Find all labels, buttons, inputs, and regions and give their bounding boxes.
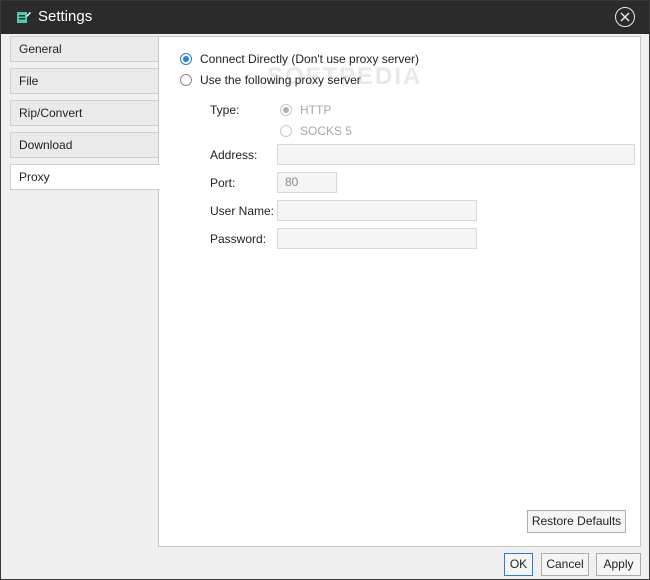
type-http-label: HTTP	[300, 103, 332, 117]
username-label: User Name:	[210, 204, 275, 218]
use-proxy-radio[interactable]: Use the following proxy server	[180, 72, 361, 88]
ok-button[interactable]: OK	[504, 553, 533, 576]
close-icon	[620, 12, 630, 22]
close-button[interactable]	[615, 7, 635, 27]
type-label: Type:	[210, 103, 240, 117]
password-input[interactable]	[277, 228, 477, 249]
username-input[interactable]	[277, 200, 477, 221]
type-http-radio[interactable]: HTTP	[280, 102, 331, 118]
address-input[interactable]	[277, 144, 635, 165]
radio-indicator	[280, 104, 292, 116]
proxy-settings-panel: SOFTPEDIA Connect Directly (Don't use pr…	[158, 36, 641, 547]
title-bar[interactable]: Settings	[1, 1, 649, 34]
use-proxy-label: Use the following proxy server	[200, 73, 361, 87]
apply-button[interactable]: Apply	[596, 553, 641, 576]
type-socks5-radio[interactable]: SOCKS 5	[280, 123, 352, 139]
restore-defaults-button[interactable]: Restore Defaults	[527, 510, 626, 533]
password-label: Password:	[210, 232, 267, 246]
app-pencil-icon	[17, 10, 31, 24]
radio-indicator	[180, 53, 192, 65]
sidebar-item-download[interactable]: Download	[10, 132, 159, 158]
radio-indicator	[180, 74, 192, 86]
address-label: Address:	[210, 148, 258, 162]
port-input[interactable]: 80	[277, 172, 337, 193]
sidebar-item-rip-convert[interactable]: Rip/Convert	[10, 100, 159, 126]
settings-window: Settings General File Rip/Convert Downlo…	[0, 0, 650, 580]
radio-indicator	[280, 125, 292, 137]
port-label: Port:	[210, 176, 236, 190]
connect-directly-label: Connect Directly (Don't use proxy server…	[200, 52, 420, 66]
cancel-button[interactable]: Cancel	[541, 553, 589, 576]
window-title: Settings	[38, 8, 93, 25]
sidebar-item-file[interactable]: File	[10, 68, 159, 94]
connect-directly-radio[interactable]: Connect Directly (Don't use proxy server…	[180, 51, 419, 67]
sidebar-item-general[interactable]: General	[10, 36, 159, 62]
sidebar-item-proxy[interactable]: Proxy	[10, 164, 160, 190]
type-socks5-label: SOCKS 5	[300, 124, 353, 138]
